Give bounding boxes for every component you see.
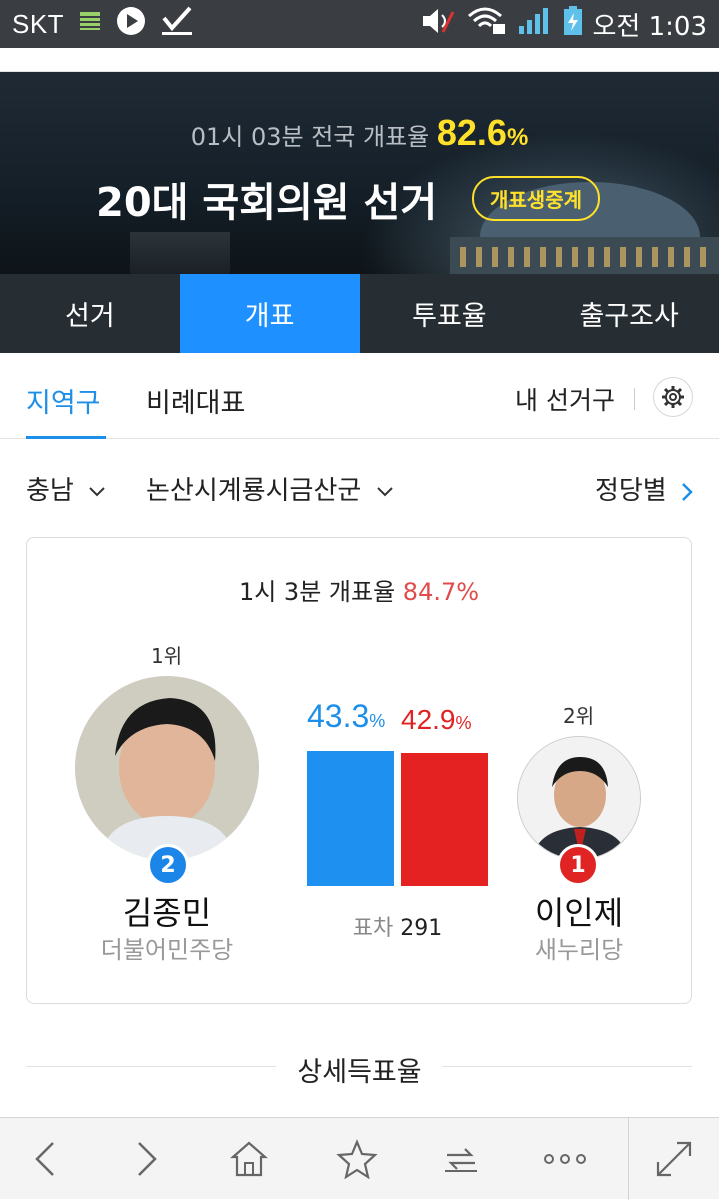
candidate1-number-badge: 2 (147, 844, 189, 886)
clock: 오전 1:03 (592, 11, 708, 42)
count-rate-value: 84.7% (402, 578, 480, 606)
divider (634, 388, 635, 410)
my-district-link[interactable]: 내 선거구 (515, 381, 615, 417)
district-value: 논산시계룡시금산군 (146, 476, 362, 506)
candidate2-percent: 42.9% (401, 704, 472, 736)
tab-exit-poll[interactable]: 출구조사 (539, 274, 719, 353)
detail-results-heading: 상세득표율 (297, 1057, 422, 1088)
district-result-card: 1시 3분 개표율 84.7% 1위 2 김종민 더불어민주당 43.3% 42… (26, 537, 692, 1004)
home-button[interactable] (204, 1118, 294, 1200)
vote-difference-label: 표차 (352, 916, 394, 941)
chevron-down-icon (376, 486, 393, 496)
candidate1-rank: 1위 (151, 644, 183, 668)
national-rate-label: 01시 03분 전국 개표율 (190, 123, 430, 151)
national-rate-unit: % (506, 124, 529, 151)
candidate2-rank: 2위 (563, 704, 595, 728)
vote-difference: 표차 291 (307, 910, 488, 942)
divider (442, 1066, 692, 1067)
tab-turnout[interactable]: 투표율 (360, 274, 540, 353)
subtab-district[interactable]: 지역구 (26, 381, 101, 420)
region-filters: 충남 논산시계룡시금산군 정당별 (0, 470, 719, 514)
more-icon (544, 1154, 586, 1164)
settings-gear-button[interactable] (653, 377, 693, 417)
active-subtab-indicator (26, 436, 106, 439)
candidate2-vote-bar (401, 752, 488, 886)
gear-icon (662, 386, 684, 408)
fullscreen-icon (656, 1141, 692, 1177)
national-rate-number: 82.6 (436, 112, 507, 153)
forward-button[interactable] (102, 1118, 192, 1200)
bookmark-star-icon (336, 1139, 378, 1179)
candidate1-percent: 43.3% (307, 698, 385, 735)
tab-vote-count[interactable]: 개표 (179, 274, 360, 353)
download-check-icon (160, 6, 194, 43)
province-dropdown[interactable]: 충남 (26, 470, 106, 507)
candidate1-photo (75, 676, 259, 860)
back-button[interactable] (0, 1118, 90, 1200)
candidate1-percent-value: 43.3 (307, 698, 370, 734)
fullscreen-button[interactable] (629, 1118, 719, 1200)
browser-toolbar (0, 1117, 719, 1200)
tabs-switch-icon (445, 1148, 477, 1172)
subtab-proportional[interactable]: 비례대표 (146, 381, 245, 420)
candidate2-photo (517, 736, 641, 860)
sim-icon (78, 9, 102, 40)
chevron-down-icon (89, 486, 105, 496)
city-building (130, 232, 230, 274)
candidate2-name: 이인제 (534, 894, 624, 932)
main-tabs: 선거 개표 투표율 출구조사 (0, 274, 719, 353)
play-store-icon (116, 6, 146, 43)
candidate2-number-badge: 1 (557, 844, 599, 886)
back-icon (35, 1142, 54, 1176)
by-party-link[interactable]: 정당별 (595, 470, 693, 507)
vote-difference-value: 291 (400, 916, 443, 941)
election-hero-banner: 01시 03분 전국 개표율 82.6% 20대 국회의원 선거 개표생중계 (0, 72, 719, 274)
top-gap (0, 48, 719, 72)
count-rate-label: 1시 3분 개표율 (238, 578, 396, 606)
signal-icon (517, 6, 553, 43)
tabs-button[interactable] (416, 1118, 506, 1200)
live-broadcast-button[interactable]: 개표생중계 (472, 176, 600, 221)
sub-tabs: 지역구 비례대표 내 선거구 (0, 353, 719, 439)
chevron-right-icon (682, 482, 693, 501)
count-rate-header: 1시 3분 개표율 84.7% (27, 572, 691, 607)
more-button[interactable] (520, 1118, 610, 1200)
national-rate-value: 82.6% (437, 112, 528, 153)
percent-unit: % (455, 713, 472, 733)
mute-icon (421, 6, 457, 43)
battery-icon (563, 5, 583, 43)
percent-unit: % (369, 711, 386, 731)
carrier-label: SKT (12, 8, 65, 39)
by-party-label: 정당별 (594, 476, 667, 506)
candidate1-name: 김종민 (122, 894, 212, 932)
status-bar: SKT 오전 1:03 (0, 0, 719, 48)
district-dropdown[interactable]: 논산시계룡시금산군 (146, 470, 394, 507)
bookmark-button[interactable] (312, 1118, 402, 1200)
home-icon (230, 1141, 268, 1177)
candidate2-party: 새누리당 (534, 936, 624, 964)
province-value: 충남 (26, 476, 74, 506)
forward-icon (138, 1142, 157, 1176)
national-count-rate: 01시 03분 전국 개표율 82.6% (0, 112, 719, 154)
candidate2-percent-value: 42.9 (401, 704, 456, 735)
candidate1-party: 더불어민주당 (100, 936, 234, 964)
tab-election[interactable]: 선거 (0, 274, 180, 353)
candidate1-vote-bar (307, 751, 394, 886)
election-title: 20대 국회의원 선거 (96, 180, 438, 226)
wifi-lock-icon (467, 6, 507, 43)
